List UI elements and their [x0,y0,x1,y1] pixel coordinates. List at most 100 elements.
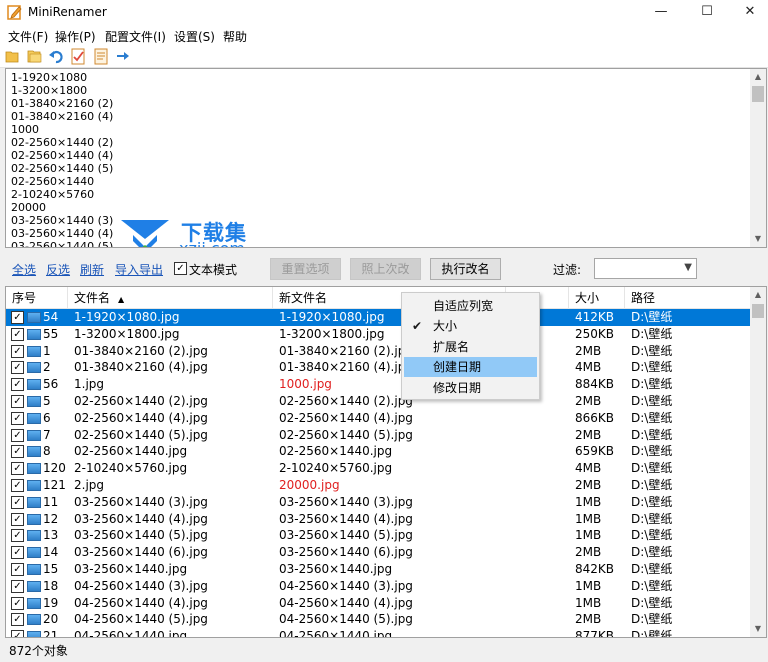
col-header-no[interactable]: 序号 [6,287,68,309]
cell-filename: 2-10240×5760.jpg [74,461,188,476]
close-button[interactable]: ✕ [727,0,768,24]
row-checkbox[interactable]: ✓ [11,495,24,509]
name-text-area[interactable]: 1-1920×1080 1-3200×1800 01-3840×2160 (2)… [5,68,767,248]
list-scrollbar[interactable]: ▲ ▼ [750,287,766,637]
cell-filename: 1.jpg [74,377,105,392]
table-row[interactable]: ✓ 8 02-2560×1440.jpg 02-2560×1440.jpg 659KB D… [6,443,752,460]
same-as-last-button[interactable]: 照上次改 [350,258,421,280]
open-folder-icon[interactable] [5,48,22,65]
row-checkbox[interactable]: ✓ [11,327,24,341]
table-row[interactable]: ✓ 15 03-2560×1440.jpg 03-2560×1440.jpg 842KB… [6,561,752,578]
row-checkbox[interactable]: ✓ [11,311,24,324]
image-file-icon [27,429,41,441]
import-export-link[interactable]: 导入导出 [115,261,163,278]
col-header-filename-label: 文件名 [74,291,111,305]
row-checkbox[interactable]: ✓ [11,445,24,459]
col-header-path[interactable]: 路径 [625,287,752,309]
table-row[interactable]: ✓ 6 02-2560×1440 (4).jpg 02-2560×1440 (4).j… [6,410,752,427]
cell-newname: 03-2560×1440.jpg [279,562,393,576]
row-checkbox[interactable]: ✓ [11,395,24,408]
scroll-thumb[interactable] [752,304,764,318]
context-menu-item[interactable]: ✔ 大小 [404,316,537,336]
row-checkbox[interactable]: ✓ [11,462,24,476]
context-menu-item[interactable]: 自适应列宽 [404,296,537,316]
invert-selection-link[interactable]: 反选 [46,261,70,278]
row-checkbox[interactable]: ✓ [11,563,24,576]
scroll-down-icon[interactable]: ▼ [750,621,766,637]
table-row[interactable]: ✓ 12 03-2560×1440 (4).jpg 03-2560×1440 (4).… [6,511,752,528]
pin-icon[interactable] [115,48,132,65]
table-row[interactable]: ✓ 20 04-2560×1440 (5).jpg 04-2560×1440 (5).… [6,611,752,628]
table-row[interactable]: ✓ 11 03-2560×1440 (3).jpg 03-2560×1440 (3).… [6,494,752,511]
cell-no: 6 [43,410,51,425]
table-row[interactable]: ✓ 19 04-2560×1440 (4).jpg 04-2560×1440 (4).… [6,595,752,612]
maximize-button[interactable]: ☐ [684,0,730,24]
table-row[interactable]: ✓ 56 1.jpg 1000.jpg 884KB D:\壁纸 [6,376,752,393]
menu-help[interactable]: 帮助 [223,28,247,45]
table-row[interactable]: ✓ 14 03-2560×1440 (6).jpg 03-2560×1440 (6).… [6,544,752,561]
row-checkbox[interactable]: ✓ [11,529,24,543]
context-menu-item[interactable]: 修改日期 [404,378,537,398]
menu-operation[interactable]: 操作(P) [55,28,96,45]
cell-newname: 02-2560×1440 (5).jpg [279,427,413,442]
context-menu-item[interactable]: 扩展名 [404,337,537,357]
refresh-link[interactable]: 刷新 [80,261,104,278]
row-checkbox[interactable]: ✓ [11,411,24,425]
row-checkbox[interactable]: ✓ [11,479,24,492]
col-header-filename[interactable]: 文件名 ▲ [68,287,273,309]
folder-icon[interactable] [26,48,43,65]
select-all-link[interactable]: 全选 [12,261,36,278]
row-checkbox[interactable]: ✓ [11,613,24,627]
text-scrollbar[interactable]: ▲ ▼ [750,69,766,247]
cell-size: 2MB [575,394,602,408]
cell-no: 7 [43,427,51,442]
row-checkbox[interactable]: ✓ [11,579,24,593]
table-row[interactable]: ✓ 1 01-3840×2160 (2).jpg 01-3840×2160 (2).j… [6,343,752,360]
text-mode-checkbox[interactable]: ✓ [174,262,187,275]
scroll-up-icon[interactable]: ▲ [750,287,766,303]
scroll-thumb[interactable] [752,86,764,102]
row-checkbox[interactable]: ✓ [11,378,24,392]
cell-path: D:\壁纸 [631,562,673,576]
filter-dropdown[interactable]: ▼ [594,258,697,279]
menu-settings[interactable]: 设置(S) [174,28,215,45]
row-checkbox[interactable]: ✓ [11,546,24,560]
menu-profile[interactable]: 配置文件(I) [105,28,166,45]
document-icon[interactable] [93,48,110,65]
context-menu-item[interactable]: 创建日期 [404,357,537,378]
table-row[interactable]: ✓ 7 02-2560×1440 (5).jpg 02-2560×1440 (5).j… [6,427,752,444]
table-row[interactable]: ✓ 21 04-2560×1440.jpg 04-2560×1440.jpg 877KB… [6,628,752,637]
app-icon [7,5,22,20]
image-file-icon [27,631,41,637]
reset-options-button[interactable]: 重置选项 [270,258,341,280]
table-row[interactable]: ✓ 55 1-3200×1800.jpg 1-3200×1800.jpg 250KB D:… [6,326,752,343]
row-checkbox[interactable]: ✓ [11,428,24,442]
col-header-size[interactable]: 大小 [569,287,625,309]
execute-rename-button[interactable]: 执行改名 [430,258,501,280]
scroll-up-icon[interactable]: ▲ [750,69,766,85]
table-row[interactable]: ✓ 2 01-3840×2160 (4).jpg 01-3840×2160 (4).j… [6,359,752,376]
image-file-icon [27,530,41,542]
row-checkbox[interactable]: ✓ [11,630,24,637]
checklist-icon[interactable] [70,48,87,65]
image-file-icon [27,463,41,475]
scroll-down-icon[interactable]: ▼ [750,231,766,247]
cell-path: D:\壁纸 [631,377,673,392]
table-row[interactable]: ✓ 18 04-2560×1440 (3).jpg 04-2560×1440 (3).… [6,578,752,595]
menu-file[interactable]: 文件(F) [8,28,48,45]
table-row[interactable]: ✓ 13 03-2560×1440 (5).jpg 03-2560×1440 (5).… [6,527,752,544]
row-checkbox[interactable]: ✓ [11,344,24,358]
file-list[interactable]: 序号 文件名 ▲ 新文件名 大小 路径 ✓ 54 1-1920×1080.jpg 1-1… [5,286,767,638]
row-checkbox[interactable]: ✓ [11,596,24,610]
undo-icon[interactable] [48,48,65,65]
table-row[interactable]: ✓ 5 02-2560×1440 (2).jpg 02-2560×1440 (2).j… [6,393,752,410]
cell-no: 12 [43,511,59,526]
table-row[interactable]: ✓ 120 2-10240×5760.jpg 2-10240×5760.jpg 4MB D… [6,460,752,477]
row-checkbox[interactable]: ✓ [11,361,24,375]
row-checkbox[interactable]: ✓ [11,512,24,526]
cell-path: D:\壁纸 [631,578,673,593]
table-row[interactable]: ✓ 121 2.jpg 20000.jpg 2MB D:\壁纸 [6,477,752,494]
minimize-button[interactable]: — [638,0,684,24]
image-file-icon [27,580,41,592]
table-row[interactable]: ✓ 54 1-1920×1080.jpg 1-1920×1080.jpg 412KB D:… [6,309,752,326]
